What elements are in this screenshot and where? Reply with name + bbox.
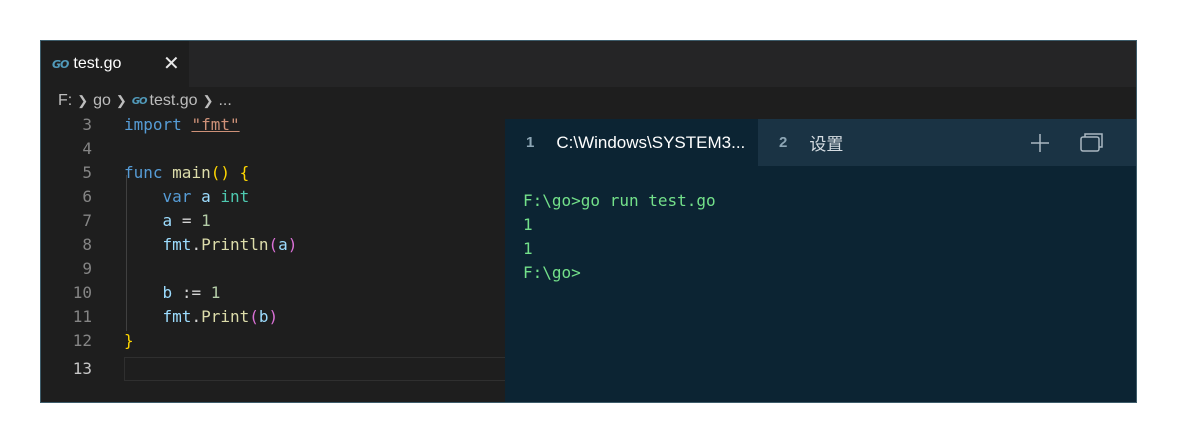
terminal-panel[interactable]: 1 C:\Windows\SYSTEM3... 2 设置 F:\go>go ru… xyxy=(505,119,1136,402)
breadcrumb-folder[interactable]: go xyxy=(93,92,111,110)
line-number: 5 xyxy=(82,163,92,182)
variable-token: a xyxy=(201,187,211,206)
code-line[interactable]: 11 fmt.Print(b) xyxy=(41,305,505,329)
keyword-token: var xyxy=(162,187,192,206)
chevron-right-icon: ❯ xyxy=(77,93,89,108)
operator-token: := xyxy=(181,283,202,302)
breadcrumb-more[interactable]: ... xyxy=(218,92,231,110)
breadcrumb-file[interactable]: test.go xyxy=(150,92,198,110)
tab-label: test.go xyxy=(73,55,122,72)
plus-icon[interactable] xyxy=(1026,129,1054,157)
chevron-right-icon: ❯ xyxy=(202,93,214,108)
code-line[interactable]: 9 xyxy=(41,257,505,281)
tab-test-go[interactable]: GO test.go ✕ xyxy=(41,41,189,87)
code-line[interactable]: 12 } xyxy=(41,329,505,353)
line-number: 4 xyxy=(82,139,92,158)
keyword-token: import xyxy=(124,115,182,134)
line-number: 6 xyxy=(82,187,92,206)
variable-token: a xyxy=(162,211,173,230)
package-token: fmt xyxy=(162,307,192,326)
line-number: 10 xyxy=(72,283,92,302)
breadcrumb: F: ❯ go ❯ GO test.go ❯ ... xyxy=(41,87,1136,115)
terminal-line: F:\go>go run test.go xyxy=(523,191,716,210)
restore-window-icon[interactable] xyxy=(1077,129,1105,157)
variable-token: a xyxy=(278,235,288,254)
bracket-token: ) xyxy=(287,235,298,254)
terminal-tab-1[interactable]: 1 C:\Windows\SYSTEM3... xyxy=(505,119,758,166)
bracket-token: ( xyxy=(249,307,259,326)
bracket-token: ) xyxy=(268,307,279,326)
package-token: fmt xyxy=(162,235,192,254)
terminal-output: F:\go>go run test.go 1 1 F:\go> xyxy=(523,189,716,285)
close-icon[interactable]: ✕ xyxy=(163,51,180,75)
line-number: 13 xyxy=(72,359,92,378)
function-name-token: main xyxy=(172,163,211,182)
operator-token: = xyxy=(181,211,192,230)
line-number: 3 xyxy=(82,115,92,134)
editor-tab-bar: GO test.go ✕ xyxy=(41,41,1136,87)
code-line[interactable]: 6 var a int xyxy=(41,185,505,209)
string-token: "fmt" xyxy=(191,115,240,134)
line-number: 11 xyxy=(72,307,92,326)
bracket-token: { xyxy=(239,163,250,182)
function-name-token: Print xyxy=(201,307,250,326)
code-line[interactable]: 4 xyxy=(41,137,505,161)
number-token: 1 xyxy=(201,211,211,230)
breadcrumb-drive[interactable]: F: xyxy=(58,92,72,110)
line-number: 8 xyxy=(82,235,92,254)
line-number: 9 xyxy=(82,259,92,278)
terminal-tab-bar: 1 C:\Windows\SYSTEM3... 2 设置 xyxy=(505,119,1136,166)
code-editor[interactable]: 3 import "fmt" 4 5 func main() { 6 var a… xyxy=(41,115,505,402)
bracket-token: } xyxy=(124,331,134,350)
terminal-tab-number: 1 xyxy=(526,134,535,151)
dot-token: . xyxy=(191,235,202,254)
function-name-token: Println xyxy=(201,235,269,254)
app-window: GO test.go ✕ F: ❯ go ❯ GO test.go ❯ ... … xyxy=(40,40,1137,403)
code-line[interactable]: 7 a = 1 xyxy=(41,209,505,233)
bracket-token: () xyxy=(210,163,230,182)
go-file-icon: GO xyxy=(52,57,69,71)
bracket-token: ( xyxy=(268,235,279,254)
dot-token: . xyxy=(191,307,202,326)
terminal-tab-number: 2 xyxy=(779,134,788,151)
terminal-line: 1 xyxy=(523,215,533,234)
chevron-right-icon: ❯ xyxy=(115,93,127,108)
number-token: 1 xyxy=(210,283,221,302)
line-number: 12 xyxy=(72,331,92,350)
type-token: int xyxy=(220,187,250,206)
line-number: 7 xyxy=(82,211,92,230)
terminal-line: 1 xyxy=(523,239,533,258)
code-line[interactable]: 10 b := 1 xyxy=(41,281,505,305)
terminal-tab-2[interactable]: 2 设置 xyxy=(758,119,948,166)
terminal-prompt: F:\go> xyxy=(523,263,581,282)
code-line[interactable]: 8 fmt.Println(a) xyxy=(41,233,505,257)
code-line[interactable]: 3 import "fmt" xyxy=(41,115,505,137)
variable-token: b xyxy=(258,307,269,326)
code-line[interactable]: 5 func main() { xyxy=(41,161,505,185)
terminal-tab-label: 设置 xyxy=(809,135,844,154)
variable-token: b xyxy=(162,283,173,302)
keyword-token: func xyxy=(124,163,163,182)
terminal-tab-label: C:\Windows\SYSTEM3... xyxy=(556,132,746,152)
code-line[interactable]: 13 xyxy=(41,357,505,381)
go-file-icon: GO xyxy=(131,95,148,107)
